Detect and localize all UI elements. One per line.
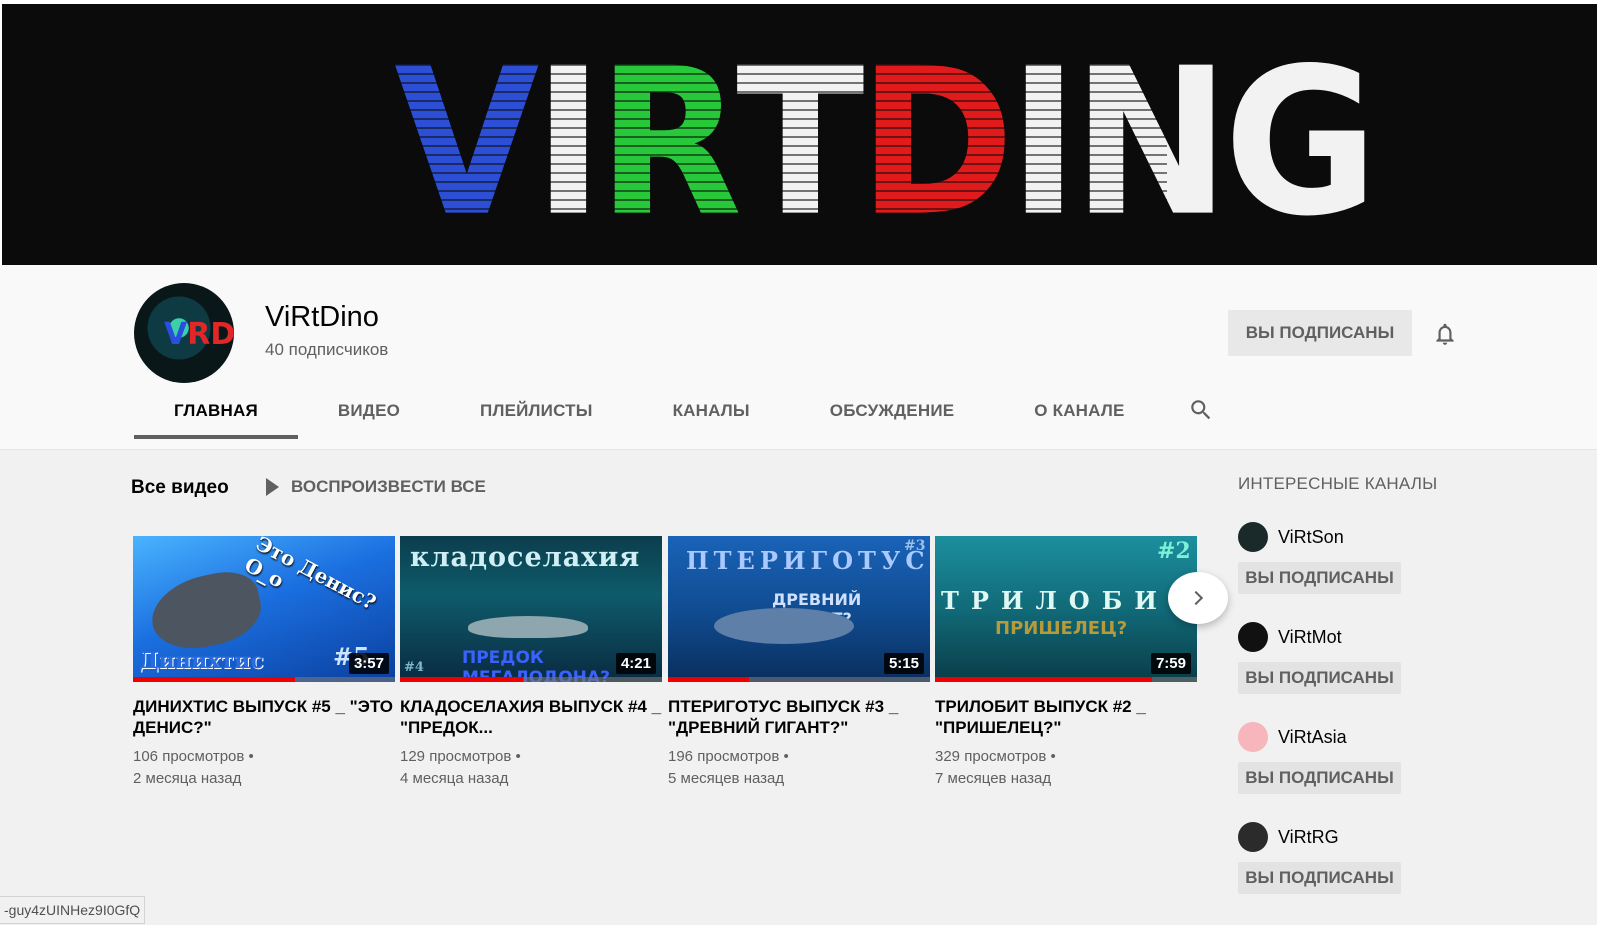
thumb-caption-top: Это Денис?O_o (240, 536, 381, 615)
search-icon[interactable] (1188, 397, 1214, 423)
upload-date: 2 месяца назад (133, 770, 242, 787)
featured-channel: ViRtMot ВЫ ПОДПИСАНЫ (1238, 622, 1498, 694)
banner-letter: N (1072, 24, 1229, 262)
channel-avatar (1238, 522, 1268, 552)
featured-channel-name: ViRtSon (1278, 526, 1344, 547)
video-duration: 7:59 (1150, 653, 1191, 674)
tab-discussion[interactable]: ОБСУЖДЕНИЕ (790, 390, 995, 450)
upload-date: 7 месяцев назад (935, 770, 1052, 787)
featured-channel-link[interactable]: ViRtRG (1238, 822, 1498, 852)
subscribed-button[interactable]: ВЫ ПОДПИСАНЫ (1228, 310, 1412, 356)
thumb-tag: #2 (1157, 538, 1191, 564)
thumb-tag: #3 (904, 538, 926, 554)
subscribed-button[interactable]: ВЫ ПОДПИСАНЫ (1238, 662, 1401, 694)
tab-playlists[interactable]: ПЛЕЙЛИСТЫ (440, 390, 633, 450)
thumb-tag: #4 (404, 660, 424, 675)
tab-home[interactable]: ГЛАВНАЯ (134, 390, 298, 450)
thumb-shark-shape (468, 616, 588, 638)
watch-progress (668, 677, 750, 682)
banner-letter: I (1008, 24, 1079, 262)
video-thumbnail[interactable]: #2 ТРИЛОБИТ ПРИШЕЛЕЦ? 7:59 (935, 536, 1197, 682)
video-title[interactable]: КЛАДОСЕЛАХИЯ ВЫПУСК #4 _ "ПРЕДОК... (400, 696, 662, 738)
watch-progress (400, 677, 524, 682)
tab-videos[interactable]: ВИДЕО (298, 390, 440, 450)
video-meta: 106 просмотров • 2 месяца назад (133, 746, 395, 790)
subscribed-button[interactable]: ВЫ ПОДПИСАНЫ (1238, 762, 1401, 794)
channel-avatar (1238, 722, 1268, 752)
video-duration: 3:57 (348, 653, 389, 674)
banner-letter: G (1223, 24, 1378, 262)
bell-icon[interactable] (1432, 320, 1458, 348)
play-all-label: ВОСПРОИЗВЕСТИ ВСЕ (291, 477, 486, 496)
video-thumbnail[interactable]: Это Денис?O_o Динихтис #5 3:57 (133, 536, 395, 682)
play-all-button[interactable]: ВОСПРОИЗВЕСТИ ВСЕ (266, 474, 486, 500)
home-content: Все видео ВОСПРОИЗВЕСТИ ВСЕ Это Денис?O_… (0, 450, 1597, 925)
thumb-creature-shape (714, 608, 854, 644)
video-card[interactable]: Это Денис?O_o Динихтис #5 3:57 ДИНИХТИС … (133, 536, 395, 790)
thumb-fish-shape (144, 565, 268, 657)
banner-art: V I R T D I N G (2, 4, 1597, 265)
channel-name: ViRtDino (265, 301, 379, 333)
featured-channel: ViRtAsia ВЫ ПОДПИСАНЫ (1238, 722, 1498, 794)
featured-channel: ViRtRG ВЫ ПОДПИСАНЫ (1238, 822, 1498, 894)
thumb-caption-top: кладоселахия (410, 542, 641, 573)
featured-channel: ViRtSon ВЫ ПОДПИСАНЫ (1238, 522, 1498, 594)
video-duration: 5:15 (883, 653, 924, 674)
view-count: 196 просмотров (668, 748, 780, 765)
chevron-right-icon (1188, 590, 1204, 606)
banner-letter: I (533, 24, 604, 262)
tab-about[interactable]: О КАНАЛЕ (994, 390, 1164, 450)
channel-avatar (1238, 622, 1268, 652)
channel-avatar[interactable]: VRD (134, 283, 234, 383)
featured-channel-name: ViRtRG (1278, 826, 1339, 847)
shelf-next-button[interactable] (1168, 572, 1228, 624)
video-meta: 196 просмотров • 5 месяцев назад (668, 746, 930, 790)
subscribed-button[interactable]: ВЫ ПОДПИСАНЫ (1238, 862, 1401, 894)
status-bar-url: -guy4zUINHez9I0GfQ (0, 896, 146, 924)
video-title[interactable]: ТРИЛОБИТ ВЫПУСК #2 _ "ПРИШЕЛЕЦ?" (935, 696, 1197, 738)
channel-header: VRD ViRtDino 40 подписчиков ВЫ ПОДПИСАНЫ… (0, 265, 1597, 450)
avatar-logo: VRD (164, 317, 234, 352)
video-card[interactable]: кладоселахия ПРЕДОК МЕГАЛОДОНА? #4 4:21 … (400, 536, 662, 790)
video-meta: 329 просмотров • 7 месяцев назад (935, 746, 1197, 790)
banner-letter: T (736, 24, 864, 262)
channel-avatar (1238, 822, 1268, 852)
banner-letter: V (394, 24, 539, 262)
video-card[interactable]: ПТЕРИГОТУС ДРЕВНИЙ ГИГАНТ? #3 5:15 ПТЕРИ… (668, 536, 930, 790)
tab-channels[interactable]: КАНАЛЫ (633, 390, 790, 450)
upload-date: 5 месяцев назад (668, 770, 785, 787)
banner-logo: V I R T D I N G (394, 41, 1378, 244)
featured-channel-link[interactable]: ViRtMot (1238, 622, 1498, 652)
featured-channel-link[interactable]: ViRtSon (1238, 522, 1498, 552)
thumb-caption-bottom: ПРИШЕЛЕЦ? (995, 618, 1128, 639)
shelf-title[interactable]: Все видео (131, 477, 229, 499)
play-icon (266, 478, 279, 496)
video-title[interactable]: ПТЕРИГОТУС ВЫПУСК #3 _ "ДРЕВНИЙ ГИГАНТ?" (668, 696, 930, 738)
thumb-caption-top: ТРИЛОБИТ (941, 586, 1197, 615)
banner-letter: R (597, 24, 742, 262)
channel-banner: V I R T D I N G (0, 0, 1597, 265)
featured-channel-name: ViRtMot (1278, 626, 1342, 647)
banner-letter: D (858, 24, 1014, 262)
video-card[interactable]: #2 ТРИЛОБИТ ПРИШЕЛЕЦ? 7:59 ТРИЛОБИТ ВЫПУ… (935, 536, 1197, 790)
featured-channel-name: ViRtAsia (1278, 726, 1347, 747)
watch-progress (133, 677, 296, 682)
view-count: 329 просмотров (935, 748, 1047, 765)
watch-progress (935, 677, 1153, 682)
thumb-caption-top: ПТЕРИГОТУС (686, 546, 930, 575)
video-thumbnail[interactable]: ПТЕРИГОТУС ДРЕВНИЙ ГИГАНТ? #3 5:15 (668, 536, 930, 682)
video-title[interactable]: ДИНИХТИС ВЫПУСК #5 _ "ЭТО ДЕНИС?" (133, 696, 395, 738)
featured-channel-link[interactable]: ViRtAsia (1238, 722, 1498, 752)
subscribed-button[interactable]: ВЫ ПОДПИСАНЫ (1238, 562, 1401, 594)
view-count: 129 просмотров (400, 748, 512, 765)
featured-channels-title: ИНТЕРЕСНЫЕ КАНАЛЫ (1238, 474, 1438, 493)
video-meta: 129 просмотров • 4 месяца назад (400, 746, 662, 790)
subscriber-count: 40 подписчиков (265, 340, 389, 359)
upload-date: 4 месяца назад (400, 770, 509, 787)
video-duration: 4:21 (615, 653, 656, 674)
thumb-caption-bottom: Динихтис (139, 648, 264, 674)
view-count: 106 просмотров (133, 748, 245, 765)
video-thumbnail[interactable]: кладоселахия ПРЕДОК МЕГАЛОДОНА? #4 4:21 (400, 536, 662, 682)
channel-tabs: ГЛАВНАЯ ВИДЕО ПЛЕЙЛИСТЫ КАНАЛЫ ОБСУЖДЕНИ… (134, 390, 1165, 450)
